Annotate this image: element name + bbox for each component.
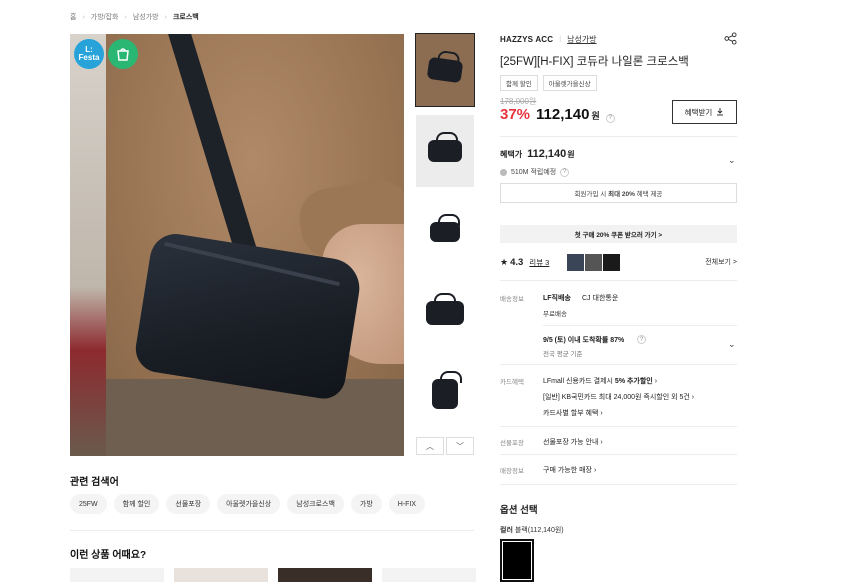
chip-gift-wrap[interactable]: 선물포장 <box>166 494 211 514</box>
recommend-item[interactable] <box>70 568 164 582</box>
chevron-right-icon: › <box>593 467 597 474</box>
thumbnail-1[interactable] <box>415 33 475 107</box>
points-help-icon[interactable]: ? <box>560 167 570 177</box>
shipping-method: LF직배송 <box>543 295 571 302</box>
breadcrumb-home[interactable]: 홈 <box>70 12 76 22</box>
chip-mens-crossbag[interactable]: 남성크로스백 <box>287 494 344 514</box>
review-photo[interactable] <box>585 253 603 271</box>
store-info-link[interactable]: 구매 가능한 매장 › <box>543 465 596 475</box>
brand-category-link[interactable]: 남성가방 <box>567 34 596 45</box>
first-purchase-coupon-link[interactable]: 첫 구매 20% 쿠폰 받으러 가기 > <box>500 225 737 243</box>
gift-info-link[interactable]: 선물포장 가능 안내 › <box>543 437 603 447</box>
related-search-title: 관련 검색어 <box>70 477 119 488</box>
card-label: 카드혜택 <box>500 379 524 386</box>
tag-outlet-fall: 아울렛가을신상 <box>542 75 597 91</box>
thumbnail-2[interactable] <box>416 115 474 187</box>
recommend-item[interactable] <box>382 568 476 582</box>
benefit-price-row: 혜택가 112,140 원 <box>500 148 575 160</box>
download-icon <box>717 108 724 116</box>
product-name: [25FW][H-FIX] 코듀라 나일론 크로스백 <box>500 56 689 68</box>
main-product-image[interactable]: L: Festa <box>70 34 404 456</box>
points-info: 510M 적립예정 ? <box>500 167 570 177</box>
join-benefit-banner[interactable]: 회원가입 시 최대 20% 혜택 제공 <box>500 183 737 203</box>
chevron-down-icon[interactable]: ⌄ <box>728 339 736 350</box>
chip-bag[interactable]: 가방 <box>350 494 382 514</box>
card-installment[interactable]: 카드사별 할부 혜택 › <box>543 408 603 418</box>
option-title: 옵션 선택 <box>500 505 538 516</box>
chip-together-discount[interactable]: 함께 할인 <box>113 494 160 514</box>
brand-name[interactable]: HAZZYS ACC <box>500 35 553 44</box>
breadcrumb: 홈 › 가방/잡화 › 남성가방 › 크로스백 <box>70 12 199 22</box>
benefit-price: 112,140 <box>527 148 567 160</box>
recommend-item[interactable] <box>174 568 268 582</box>
chevron-right-icon: › <box>654 378 658 385</box>
thumbnail-up-button[interactable]: ︿ <box>416 437 444 455</box>
breadcrumb-crossbag[interactable]: 크로스백 <box>173 12 199 22</box>
breadcrumb-bags[interactable]: 가방/잡화 <box>91 12 119 22</box>
thumbnail-5[interactable] <box>416 358 474 430</box>
price-currency: 원 <box>591 111 600 121</box>
review-row: ★ 4.3 리뷰 3 전체보기 > <box>500 252 737 272</box>
brand-row: HAZZYS ACC | 남성가방 <box>500 32 737 45</box>
recommend-item[interactable] <box>278 568 372 582</box>
related-search-chips: 25FW 함께 할인 선물포장 아울렛가을신상 남성크로스백 가방 H-FIX <box>70 494 426 514</box>
gift-label: 선물포장 <box>500 440 524 447</box>
chip-outlet-fall[interactable]: 아울렛가을신상 <box>217 494 281 514</box>
color-option-label: 컬러 블랙(112,140원) <box>500 527 564 534</box>
color-swatch-black[interactable] <box>500 539 534 582</box>
price-row: 37% 112,140 원 ? <box>500 106 615 123</box>
arrival-help-icon[interactable]: ? <box>637 335 646 344</box>
product-tags: 함께 할인 아울렛가을신상 <box>500 75 597 91</box>
breadcrumb-mens-bags[interactable]: 남성가방 <box>133 12 159 22</box>
benefit-currency: 원 <box>567 150 575 159</box>
benefit-label: 혜택가 <box>500 150 523 159</box>
review-photo[interactable] <box>603 253 621 271</box>
rating-score: 4.3 <box>510 256 524 268</box>
review-count-link[interactable]: 리뷰 3 <box>529 257 549 268</box>
chevron-right-icon: › <box>600 439 603 446</box>
thumbnail-3[interactable] <box>416 196 474 268</box>
chevron-up-icon: ︿ <box>426 441 434 451</box>
recommend-title: 이런 상품 어때요? <box>70 550 147 561</box>
review-photo[interactable] <box>567 253 585 271</box>
shipping-fee: 무료배송 <box>543 311 567 318</box>
shipping-carrier: CJ 대한통운 <box>582 295 619 302</box>
festa-badge: L: Festa <box>74 39 104 69</box>
shipping-label: 배송정보 <box>500 296 524 303</box>
tag-together-discount: 함께 할인 <box>500 75 538 91</box>
review-view-all[interactable]: 전체보기 > <box>705 257 737 267</box>
chevron-right-icon: › <box>600 410 603 417</box>
store-label: 매장정보 <box>500 468 524 475</box>
share-icon[interactable] <box>724 32 737 50</box>
arrival-sub: 전국 평균 기준 <box>543 351 583 358</box>
shopping-bag-icon <box>108 39 138 69</box>
thumbnail-4[interactable] <box>416 277 474 349</box>
divider <box>70 530 474 531</box>
thumbnail-down-button[interactable]: ﹀ <box>446 437 474 455</box>
discount-rate: 37% <box>500 106 531 123</box>
chip-h-fix[interactable]: H-FIX <box>388 494 426 514</box>
sale-price: 112,140 <box>536 106 590 123</box>
price-help-icon[interactable]: ? <box>605 113 615 123</box>
get-benefit-button[interactable]: 혜택받기 <box>672 100 737 124</box>
arrival-estimate: 9/5 (토) 이내 도착확률 87% <box>543 337 625 344</box>
card-benefit-2[interactable]: [일반] KB국민카드 최대 24,000원 즉시할인 외 5건 › <box>543 392 694 402</box>
mileage-icon <box>500 168 507 176</box>
card-benefit-1[interactable]: LFmall 신용카드 결제시 5% 추가할인 › <box>543 376 657 386</box>
chevron-right-icon: › <box>691 394 695 401</box>
chevron-down-icon[interactable]: ⌄ <box>728 155 736 166</box>
star-icon: ★ <box>500 256 509 267</box>
chevron-down-icon: ﹀ <box>456 441 464 451</box>
chip-25fw[interactable]: 25FW <box>70 494 107 514</box>
